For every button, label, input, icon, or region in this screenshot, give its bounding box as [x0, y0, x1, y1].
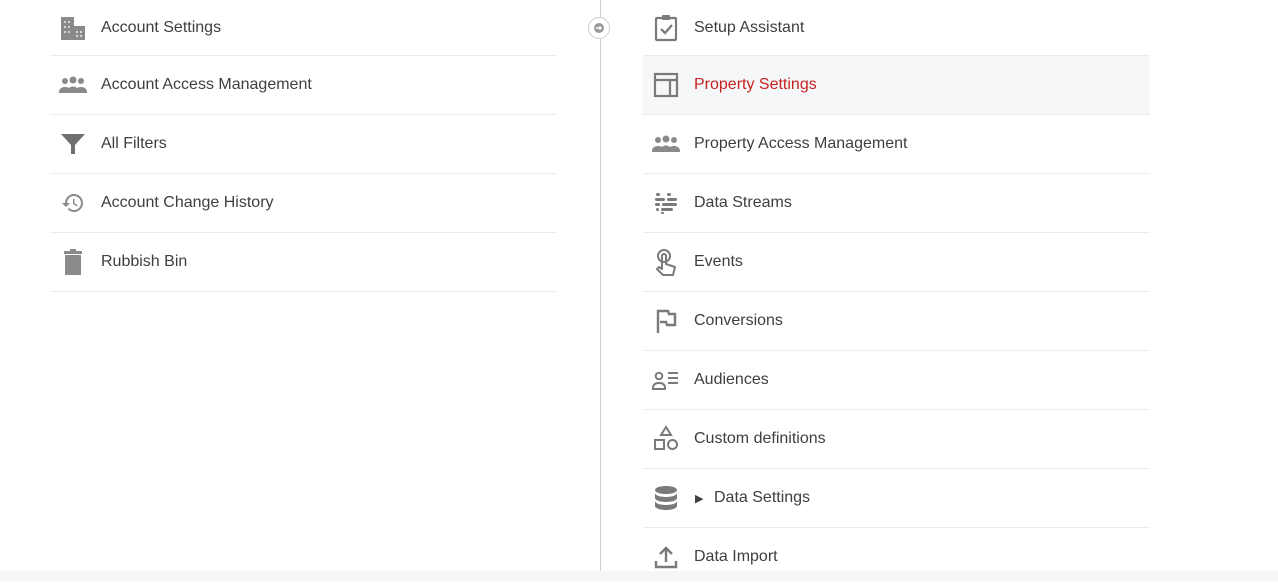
upload-icon: [651, 542, 681, 572]
property-access-management-label: Property Access Management: [694, 135, 908, 152]
setup-assistant-item[interactable]: Setup Assistant: [643, 0, 1150, 56]
database-icon: [651, 483, 681, 513]
footer-bar: [0, 571, 1278, 582]
events-item[interactable]: Events: [643, 233, 1150, 292]
clipboard-check-icon: [651, 13, 681, 43]
account-change-history-item[interactable]: Account Change History: [50, 174, 556, 233]
events-label: Events: [694, 253, 743, 270]
trash-icon: [58, 247, 88, 277]
account-change-history-label: Account Change History: [101, 194, 274, 211]
conversions-item[interactable]: Conversions: [643, 292, 1150, 351]
property-settings-label: Property Settings: [694, 76, 817, 93]
rubbish-bin-label: Rubbish Bin: [101, 253, 188, 270]
setup-assistant-label: Setup Assistant: [694, 18, 805, 36]
building-icon: [58, 13, 88, 43]
column-toggle-button[interactable]: [588, 17, 610, 39]
data-settings-item[interactable]: ▶ Data Settings: [643, 469, 1150, 528]
all-filters-item[interactable]: All Filters: [50, 115, 556, 174]
account-access-management-item[interactable]: Account Access Management: [50, 56, 556, 115]
audience-icon: [651, 365, 681, 395]
conversions-label: Conversions: [694, 312, 783, 329]
touch-icon: [651, 247, 681, 277]
people-icon: [651, 129, 681, 159]
arrow-right-icon: [593, 22, 605, 34]
expand-arrow-icon[interactable]: ▶: [695, 492, 703, 505]
audiences-label: Audiences: [694, 371, 769, 388]
property-access-management-item[interactable]: Property Access Management: [643, 115, 1150, 174]
column-divider: [600, 0, 601, 571]
rubbish-bin-item[interactable]: Rubbish Bin: [50, 233, 556, 292]
history-icon: [58, 188, 88, 218]
all-filters-label: All Filters: [101, 135, 167, 152]
people-icon: [58, 70, 88, 100]
audiences-item[interactable]: Audiences: [643, 351, 1150, 410]
layout-icon: [651, 70, 681, 100]
shapes-icon: [651, 424, 681, 454]
flag-icon: [651, 306, 681, 336]
property-settings-item[interactable]: Property Settings: [643, 56, 1150, 115]
account-access-management-label: Account Access Management: [101, 76, 312, 93]
custom-definitions-item[interactable]: Custom definitions: [643, 410, 1150, 469]
data-streams-item[interactable]: Data Streams: [643, 174, 1150, 233]
account-column: Account Settings Account Access Manageme…: [50, 0, 556, 292]
data-streams-label: Data Streams: [694, 194, 792, 211]
custom-definitions-label: Custom definitions: [694, 430, 826, 447]
account-settings-item[interactable]: Account Settings: [50, 0, 556, 56]
account-settings-label: Account Settings: [101, 18, 222, 36]
data-streams-icon: [651, 188, 681, 218]
property-column: Setup Assistant Property Settings Proper…: [643, 0, 1150, 586]
data-import-label: Data Import: [694, 548, 778, 565]
data-settings-label: Data Settings: [714, 489, 811, 506]
filter-icon: [58, 129, 88, 159]
